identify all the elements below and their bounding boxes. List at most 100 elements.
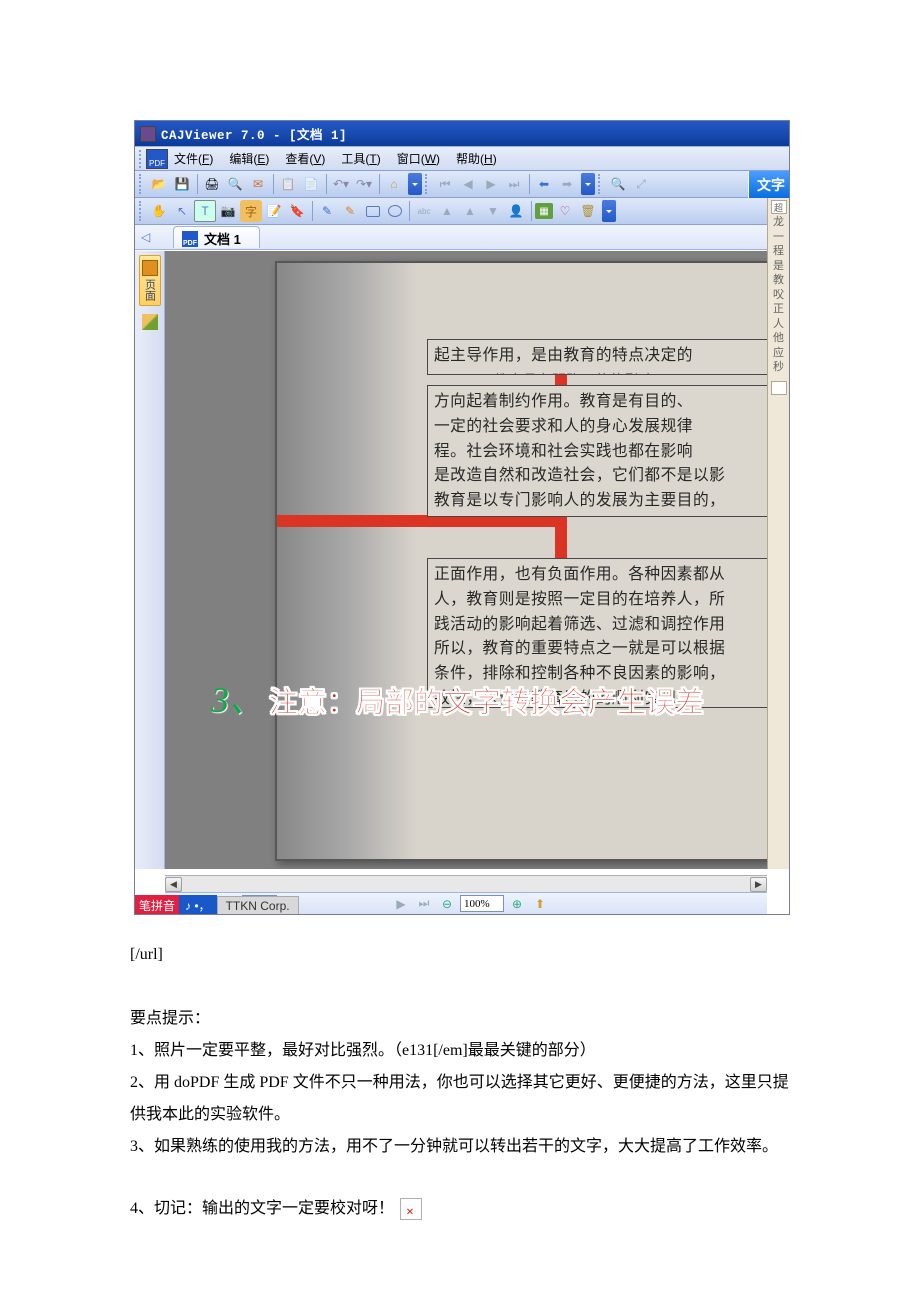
side-panel: 页面 — [135, 251, 165, 869]
abc-icon[interactable]: abc — [413, 200, 435, 222]
grip-icon — [139, 201, 144, 221]
ocr-region-2: 方向起着制约作用。教育是有目的、 一定的社会要求和人的身心发展规律 程。社会环境… — [427, 385, 767, 517]
bookmark-icon[interactable]: 🔖 — [286, 200, 308, 222]
note-icon[interactable]: 📝 — [263, 200, 285, 222]
sb-next2-icon[interactable]: ⏭ — [414, 895, 434, 912]
overflow-icon[interactable] — [408, 173, 422, 195]
copy-icon[interactable]: 📋 — [277, 173, 299, 195]
tip-1: 1、照片一定要平整，最好对比强烈。（e131[/em]最最关键的部分） — [130, 1035, 790, 1067]
ime-mode[interactable]: 笔拼音 — [135, 895, 179, 915]
ime-vendor: TTKN Corp. — [217, 896, 299, 916]
annotation-3: 3、注意：局部的文字转换会产生误差 — [211, 671, 704, 723]
ime-controls[interactable]: ♪ •， — [179, 895, 217, 915]
tip-4: 4、切记：输出的文字一定要校对呀！ — [130, 1193, 790, 1225]
sidebar-page[interactable]: 页面 — [139, 255, 161, 306]
sidebar-label: 页面 — [142, 279, 158, 301]
menu-window[interactable]: 窗口(W) — [397, 150, 440, 167]
ocr-icon[interactable]: 字 — [240, 200, 262, 222]
scroll-right-icon[interactable]: ▶ — [750, 877, 767, 892]
app-icon — [140, 126, 156, 142]
tip-2: 2、用 doPDF 生成 PDF 文件不只一种用法，你也可以选择其它更好、更便捷… — [130, 1067, 790, 1131]
tab-prev-icon[interactable]: ◁ — [141, 230, 155, 244]
tips-heading: 要点提示： — [130, 1003, 790, 1035]
tab-doc1[interactable]: PDF 文档 1 — [173, 226, 260, 248]
window-titlebar: CAJViewer 7.0 - [文档 1] — [135, 121, 789, 146]
prev-page-icon[interactable]: ◀ — [457, 173, 479, 195]
url-end-tag: [/url] — [130, 939, 790, 971]
document-tabs: ◁ PDF 文档 1 — [135, 225, 789, 250]
menu-help[interactable]: 帮助(H) — [456, 150, 497, 167]
ime-bar: 笔拼音 ♪ •， TTKN Corp. — [135, 895, 299, 915]
tab-label: 文档 1 — [204, 229, 241, 248]
trash-icon[interactable]: 🗑 — [577, 200, 599, 222]
mail-icon[interactable]: ✉ — [247, 173, 269, 195]
undo-icon[interactable]: ↶▾ — [330, 173, 352, 195]
tip-3: 3、如果熟练的使用我的方法，用不了一分钟就可以转出若干的文字，大大提高了工作效率… — [130, 1131, 790, 1163]
hand-icon[interactable]: ✋ — [148, 200, 170, 222]
right-snippet: 超 龙一 程是 教㕮 正人 他应 秒 — [767, 198, 789, 869]
sb-next-icon[interactable]: ▶ — [391, 895, 411, 912]
snapshot-icon[interactable]: 📷 — [217, 200, 239, 222]
circle-icon[interactable] — [388, 205, 402, 217]
find-icon[interactable]: 🔍 — [224, 173, 246, 195]
doc-icon: PDF — [182, 231, 198, 247]
home-icon[interactable]: ⌂ — [383, 173, 405, 195]
zoom-icon[interactable]: 🔍 — [607, 173, 629, 195]
zoom-in-icon[interactable]: ⊕ — [507, 895, 527, 912]
toolbar-2: ✋ ↖ T 📷 字 📝 🔖 ✎ ✎ abc ▲ ▲ ▼ 👤 ▦ ♡ 🗑 — [135, 198, 789, 225]
menubar: PDF 文件(F) 编辑(E) 查看(V) 工具(T) 窗口(W) 帮助(H) — [135, 146, 789, 171]
grip-icon — [139, 150, 144, 168]
forward-icon[interactable]: ➡ — [556, 173, 578, 195]
redo-icon[interactable]: ↷▾ — [353, 173, 375, 195]
grip-icon — [598, 174, 603, 194]
horizontal-scrollbar[interactable]: ◀ ▶ — [165, 875, 767, 892]
overflow-icon[interactable] — [602, 200, 616, 222]
next-page-icon[interactable]: ▶ — [480, 173, 502, 195]
grip-icon — [425, 174, 430, 194]
zoom-out-icon[interactable]: ⊖ — [437, 895, 457, 912]
print-icon[interactable]: 🖨 — [201, 173, 223, 195]
menu-file[interactable]: 文件(F) — [174, 150, 213, 167]
strike-icon[interactable]: ▼ — [482, 200, 504, 222]
pen-blue-icon[interactable]: ✎ — [316, 200, 338, 222]
text-select-icon[interactable]: T — [194, 200, 216, 222]
kb-key — [771, 381, 787, 395]
stamp-icon[interactable]: 👤 — [505, 200, 527, 222]
sidebar-annotate[interactable] — [139, 310, 161, 334]
last-page-icon[interactable]: ⏭ — [503, 173, 525, 195]
first-page-icon[interactable]: ⏮ — [434, 173, 456, 195]
text-tool-button[interactable]: 文字 — [748, 171, 789, 198]
underline-icon[interactable]: ▲ — [459, 200, 481, 222]
scroll-left-icon[interactable]: ◀ — [165, 877, 182, 892]
fav-icon[interactable]: ♡ — [554, 200, 576, 222]
up-arrow-icon[interactable]: ⬆ — [530, 895, 550, 912]
screenshot-cajviewer: CAJViewer 7.0 - [文档 1] PDF 文件(F) 编辑(E) 查… — [134, 120, 790, 915]
broken-image-icon — [400, 1198, 422, 1220]
highlight-icon[interactable]: ▲ — [436, 200, 458, 222]
document-viewport[interactable]: 起主导作用，是由教育的特点决定的 教育具有明确目的的影响 方向起着制约作用。教育… — [165, 251, 767, 869]
fit-icon[interactable]: ⤢ — [630, 173, 652, 195]
open-icon[interactable]: 📂 — [148, 173, 170, 195]
rect-icon[interactable] — [366, 206, 380, 217]
page-icon — [142, 260, 158, 276]
window-title: CAJViewer 7.0 - [文档 1] — [161, 124, 347, 143]
kb-key: 超 — [771, 200, 787, 214]
export-icon[interactable]: ▦ — [535, 203, 553, 219]
overflow-icon[interactable] — [581, 173, 595, 195]
select-icon[interactable]: ↖ — [171, 200, 193, 222]
menu-edit[interactable]: 编辑(E) — [229, 150, 269, 167]
scanned-page: 起主导作用，是由教育的特点决定的 教育具有明确目的的影响 方向起着制约作用。教育… — [275, 261, 767, 861]
back-icon[interactable]: ⬅ — [533, 173, 555, 195]
toolbar-1: 📂 💾 🖨 🔍 ✉ 📋 📄 ↶▾ ↷▾ ⌂ ⏮ ◀ ▶ ⏭ ⬅ ➡ 🔍 ⤢ 文字 — [135, 171, 789, 198]
ocr-region-1: 起主导作用，是由教育的特点决定的 教育具有明确目的的影响 — [427, 339, 767, 375]
pencil-icon — [142, 314, 158, 330]
menu-view[interactable]: 查看(V) — [285, 150, 325, 167]
article-body: [/url] 要点提示： 1、照片一定要平整，最好对比强烈。（e131[/em]… — [130, 939, 790, 1225]
pdf-icon[interactable]: PDF — [146, 149, 168, 169]
menu-tool[interactable]: 工具(T) — [341, 150, 380, 167]
paste-icon[interactable]: 📄 — [300, 173, 322, 195]
grip-icon — [139, 174, 144, 194]
zoom-input[interactable] — [460, 895, 504, 912]
pen-orange-icon[interactable]: ✎ — [339, 200, 361, 222]
save-icon[interactable]: 💾 — [171, 173, 193, 195]
